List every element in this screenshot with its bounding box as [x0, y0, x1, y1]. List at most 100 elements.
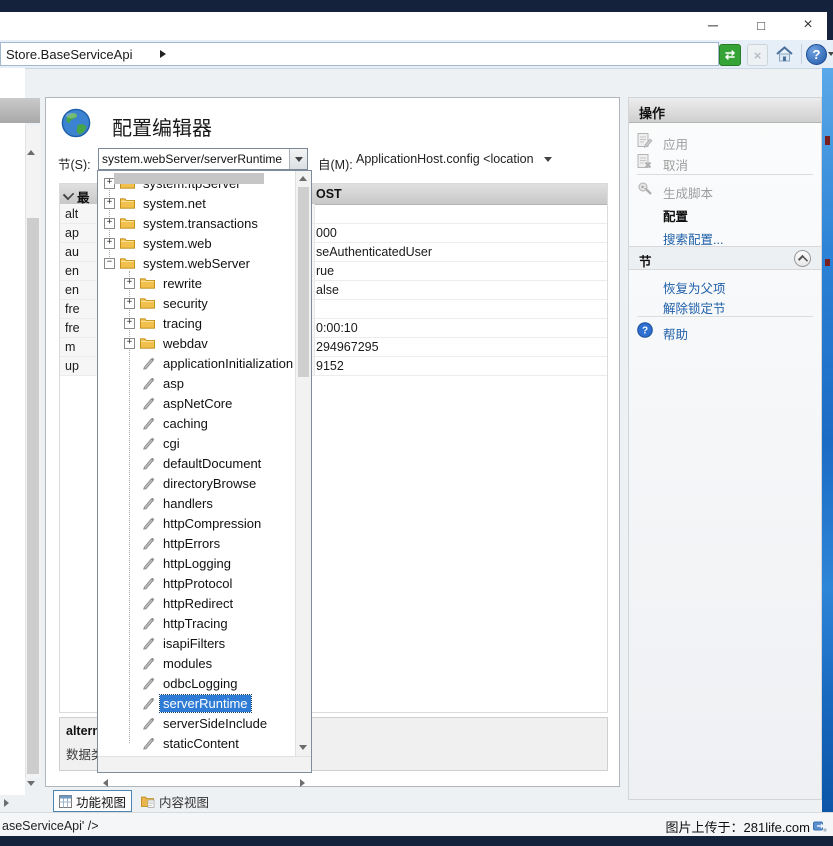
tree-toggle-icon[interactable]: − — [104, 258, 115, 269]
scroll-up-icon[interactable] — [299, 176, 307, 181]
window-edge — [827, 0, 833, 40]
tree-item-httpErrors[interactable]: httpErrors — [98, 533, 296, 553]
help-button[interactable]: ? — [806, 44, 827, 65]
section-pencil-icon — [142, 476, 155, 490]
folder-icon — [120, 217, 135, 229]
window-titlebar — [0, 0, 833, 12]
close-button[interactable]: × — [795, 14, 821, 36]
tree-item-label: system.transactions — [140, 215, 261, 232]
tree-item-asp[interactable]: asp — [98, 373, 296, 393]
tree-item-httpLogging[interactable]: httpLogging — [98, 553, 296, 573]
watermark-icon — [813, 820, 827, 833]
revert-to-parent-link[interactable]: 恢复为父项 — [629, 275, 821, 295]
tree-item-rewrite[interactable]: +rewrite — [98, 273, 296, 293]
tree-item-label: odbcLogging — [160, 675, 240, 692]
scrollbar-thumb[interactable] — [114, 173, 264, 184]
tree-item-httpTracing[interactable]: httpTracing — [98, 613, 296, 633]
chevron-down-icon — [63, 189, 74, 200]
dropdown-horizontal-scrollbar[interactable] — [98, 756, 311, 772]
help-icon: ? — [813, 47, 821, 62]
folder-icon — [140, 297, 155, 309]
tree-item-label: modules — [160, 655, 215, 672]
minimize-button[interactable]: ─ — [700, 14, 726, 36]
tree-item-system.transactions[interactable]: + system.transactions — [98, 213, 296, 233]
tree-item-directoryBrowse[interactable]: directoryBrowse — [98, 473, 296, 493]
tree-item-httpCompression[interactable]: httpCompression — [98, 513, 296, 533]
tree-item-cgi[interactable]: cgi — [98, 433, 296, 453]
refresh-button[interactable]: ⇄ — [719, 44, 741, 66]
generate-script-button[interactable]: 生成脚本 — [629, 180, 821, 200]
section-combobox[interactable]: system.webServer/serverRuntime — [98, 148, 308, 170]
tree-item-system.webServer[interactable]: − system.webServer — [98, 253, 296, 273]
tree-toggle-icon[interactable]: + — [124, 338, 135, 349]
tree-item-security[interactable]: +security — [98, 293, 296, 313]
home-icon — [775, 45, 794, 63]
tree-item-odbcLogging[interactable]: odbcLogging — [98, 673, 296, 693]
tree-toggle-icon[interactable]: + — [124, 278, 135, 289]
property-value: seAuthenticatedUser — [316, 245, 432, 259]
tree-item-defaultDocument[interactable]: defaultDocument — [98, 453, 296, 473]
collapse-button[interactable] — [794, 250, 811, 267]
stop-button[interactable]: × — [747, 44, 768, 66]
tree-item-tracing[interactable]: +tracing — [98, 313, 296, 333]
from-label: 自(M): — [318, 154, 353, 173]
tree-toggle-icon[interactable]: + — [104, 238, 115, 249]
scroll-left-icon[interactable] — [103, 779, 108, 787]
section-combobox-button[interactable] — [289, 149, 307, 169]
page-title: 配置编辑器 — [112, 112, 212, 141]
search-config-link[interactable]: 搜索配置... — [629, 226, 821, 246]
tree-item-webdav[interactable]: +webdav — [98, 333, 296, 353]
tree-item-applicationInitialization[interactable]: applicationInitialization — [98, 353, 296, 373]
scroll-up-icon[interactable] — [27, 150, 35, 155]
section-pencil-icon — [142, 616, 155, 630]
tree-toggle-icon[interactable]: + — [124, 298, 135, 309]
scrollbar-thumb[interactable] — [298, 187, 309, 377]
tree-item-httpRedirect[interactable]: httpRedirect — [98, 593, 296, 613]
apply-button[interactable]: 应用 — [629, 131, 821, 151]
cancel-button[interactable]: 取消 — [629, 152, 821, 172]
content-view-icon — [141, 795, 155, 808]
tree-toggle-icon[interactable]: + — [104, 198, 115, 209]
tree-item-httpProtocol[interactable]: httpProtocol — [98, 573, 296, 593]
section-pencil-icon — [142, 696, 155, 710]
section-group-title: 节 — [639, 251, 652, 270]
breadcrumb-arrow-icon[interactable] — [160, 50, 166, 58]
tree-item-label: serverRuntime — [160, 695, 251, 712]
tree-item-staticContent[interactable]: staticContent — [98, 733, 296, 753]
tree-toggle-icon[interactable]: + — [104, 218, 115, 229]
tree-item-label: asp — [160, 375, 187, 392]
tree-toggle-icon[interactable]: + — [124, 318, 135, 329]
scroll-down-icon[interactable] — [299, 745, 307, 750]
section-pencil-icon — [142, 456, 155, 470]
tree-item-system.net[interactable]: +system.net — [98, 193, 296, 213]
unlock-section-link[interactable]: 解除锁定节 — [629, 295, 821, 315]
from-dropdown[interactable]: ApplicationHost.config <location — [356, 149, 606, 169]
scrollbar-thumb[interactable] — [27, 218, 39, 774]
property-value: 000 — [316, 226, 337, 240]
scroll-down-icon[interactable] — [27, 781, 35, 786]
scroll-right-icon[interactable] — [300, 779, 305, 787]
tree-item-aspNetCore[interactable]: aspNetCore — [98, 393, 296, 413]
maximize-button[interactable]: □ — [748, 14, 774, 36]
caret-down-icon[interactable] — [544, 157, 552, 162]
config-group-title: 配置 — [663, 206, 688, 225]
property-value: 9152 — [316, 359, 344, 373]
section-pencil-icon — [142, 376, 155, 390]
tree-item-label: system.webServer — [140, 255, 253, 272]
tree-item-serverRuntime[interactable]: serverRuntime — [98, 693, 296, 713]
caret-down-icon — [295, 157, 303, 162]
tree-item-isapiFilters[interactable]: isapiFilters — [98, 633, 296, 653]
help-dropdown-icon[interactable] — [828, 52, 833, 56]
tab-features-view[interactable]: 功能视图 — [53, 790, 132, 812]
tree-item-handlers[interactable]: handlers — [98, 493, 296, 513]
scroll-right-icon[interactable] — [4, 799, 9, 807]
help-link[interactable]: ? 帮助 — [629, 321, 821, 341]
tree-item-system.web[interactable]: +system.web — [98, 233, 296, 253]
section-pencil-icon — [142, 596, 155, 610]
tab-content-view[interactable]: 内容视图 — [141, 791, 209, 811]
breadcrumb[interactable]: Store.BaseServiceApi — [0, 42, 719, 66]
tree-item-serverSideInclude[interactable]: serverSideInclude — [98, 713, 296, 733]
home-button[interactable] — [774, 44, 795, 64]
tree-item-caching[interactable]: caching — [98, 413, 296, 433]
tree-item-modules[interactable]: modules — [98, 653, 296, 673]
